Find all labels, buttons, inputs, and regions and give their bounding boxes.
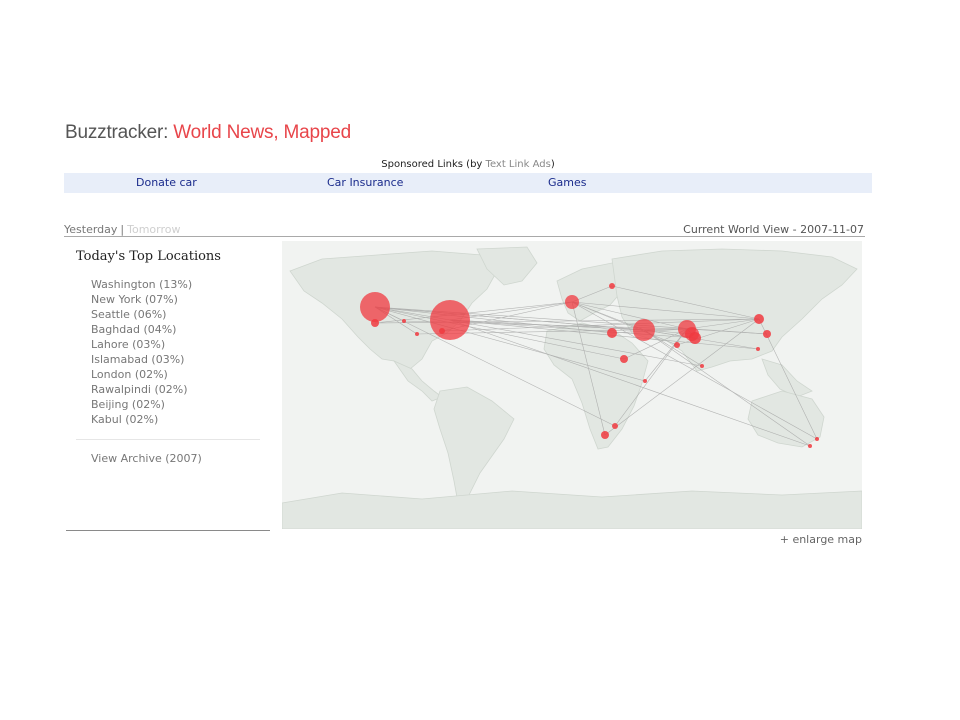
sidebar-divider (76, 439, 260, 440)
location-item-islamabad[interactable]: Islamabad (03%) (91, 352, 192, 367)
asia-shape (611, 248, 858, 372)
sponsored-links-bar: Donate car Car Insurance Games (64, 173, 872, 193)
hotspot-minor (415, 332, 419, 336)
hotspot-washington[interactable] (430, 300, 470, 340)
hotspot-minor (601, 431, 609, 439)
world-map-svg (282, 246, 862, 529)
sponsored-link-donate-car[interactable]: Donate car (136, 176, 197, 189)
hotspot-london[interactable] (565, 295, 579, 309)
hotspot-minor (815, 437, 819, 441)
hotspot-minor (612, 423, 618, 429)
hotspot-minor (607, 328, 617, 338)
southeast-asia-shape (761, 358, 813, 398)
location-item-washington[interactable]: Washington (13%) (91, 277, 192, 292)
sponsored-prefix: Sponsored Links (by (381, 159, 486, 170)
location-item-new-york[interactable]: New York (07%) (91, 292, 192, 307)
world-map[interactable] (282, 241, 862, 529)
hotspot-minor (620, 355, 628, 363)
south-america-shape (433, 386, 515, 504)
hotspot-minor (402, 319, 406, 323)
antarctica-shape (282, 490, 862, 529)
text-link-ads-link[interactable]: Text Link Ads (486, 159, 551, 170)
sponsored-link-car-insurance[interactable]: Car Insurance (327, 176, 403, 189)
enlarge-map-link[interactable]: + enlarge map (780, 533, 862, 546)
location-item-beijing[interactable]: Beijing (02%) (91, 397, 192, 412)
location-item-london[interactable]: London (02%) (91, 367, 192, 382)
sponsored-link-games[interactable]: Games (548, 176, 586, 189)
header-divider (64, 236, 865, 237)
day-navigation: Yesterday | Tomorrow (64, 223, 181, 236)
current-world-view-label: Current World View - 2007-11-07 (683, 223, 864, 236)
site-title: Buzztracker: World News, Mapped (65, 122, 351, 144)
site-tagline: World News, Mapped (168, 122, 351, 143)
africa-shape (543, 322, 649, 450)
location-item-rawalpindi[interactable]: Rawalpindi (02%) (91, 382, 192, 397)
yesterday-link[interactable]: Yesterday (64, 223, 117, 236)
view-archive-link[interactable]: View Archive (2007) (91, 452, 202, 465)
nav-separator: | (120, 223, 125, 236)
australia-shape (747, 390, 825, 448)
central-america-shape (392, 360, 443, 402)
sidebar-bottom-rule (66, 530, 270, 531)
hotspot-minor (609, 283, 615, 289)
location-item-baghdad[interactable]: Baghdad (04%) (91, 322, 192, 337)
tomorrow-link: Tomorrow (127, 223, 181, 236)
sponsored-links-header: Sponsored Links (by Text Link Ads) (64, 159, 872, 170)
site-brand: Buzztracker: (65, 122, 169, 143)
hotspot-west-coast-minor (371, 319, 379, 327)
location-item-kabul[interactable]: Kabul (02%) (91, 412, 192, 427)
hotspot-seattle[interactable] (360, 292, 390, 322)
hotspot-minor (439, 328, 445, 334)
location-item-lahore[interactable]: Lahore (03%) (91, 337, 192, 352)
hotspot-rawalpindi (689, 332, 701, 344)
top-locations-title: Today's Top Locations (76, 249, 221, 264)
top-locations-list: Washington (13%) New York (07%) Seattle … (91, 277, 192, 427)
hotspot-minor (643, 379, 647, 383)
hotspot-minor (808, 444, 812, 448)
location-item-seattle[interactable]: Seattle (06%) (91, 307, 192, 322)
hotspot-minor (700, 364, 704, 368)
hotspot-baghdad[interactable] (633, 319, 655, 341)
hotspot-beijing (754, 314, 764, 324)
hotspot-minor (674, 342, 680, 348)
hotspot-minor (763, 330, 771, 338)
map-landmasses (282, 246, 862, 529)
sponsored-suffix: ) (550, 159, 555, 170)
hotspot-minor (756, 347, 760, 351)
